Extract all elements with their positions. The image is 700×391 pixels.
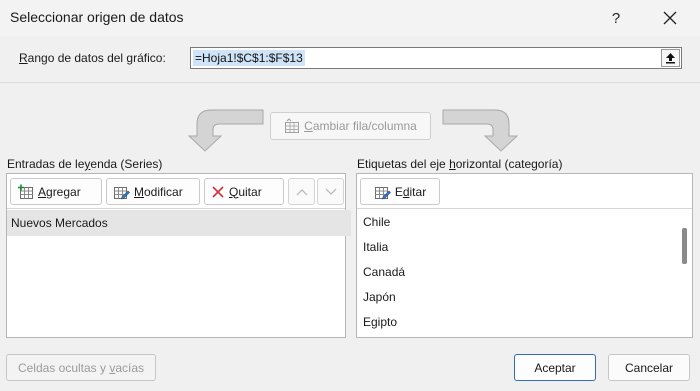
edit-axis-label: Editar <box>394 184 427 199</box>
edit-series-icon <box>114 186 130 199</box>
axis-labels-panel: Editar Chile Italia Canadá Japón Egipto <box>356 173 693 338</box>
hidden-empty-cells-button[interactable]: Celdas ocultas y vacías <box>6 354 156 381</box>
chevron-up-icon <box>296 188 307 195</box>
range-label: Rango de datos del gráfico: <box>19 51 166 65</box>
remove-series-label: Quitar <box>229 184 262 199</box>
help-button[interactable]: ? <box>598 4 634 32</box>
category-item[interactable]: Canadá <box>357 260 678 285</box>
remove-series-button[interactable]: Quitar <box>204 178 284 205</box>
title-bar: Seleccionar origen de datos ? <box>0 0 700 36</box>
move-down-button[interactable] <box>317 178 344 205</box>
category-item[interactable]: Egipto <box>357 310 678 335</box>
hidden-empty-cells-label: Celdas ocultas y vacías <box>17 360 145 375</box>
range-input[interactable]: =Hoja1!$C$1:$F$13 <box>190 47 682 69</box>
move-up-button[interactable] <box>288 178 315 205</box>
category-item[interactable]: Italia <box>357 235 678 260</box>
divider <box>0 82 700 83</box>
legend-toolbar: Agregar Modificar Quitar <box>7 174 345 209</box>
right-curved-arrow-icon <box>442 109 519 152</box>
switch-row-column-button[interactable]: Cambiar fila/columna <box>270 112 431 140</box>
collapse-dialog-button[interactable] <box>661 49 680 67</box>
series-list-item[interactable]: Nuevos Mercados <box>7 210 351 236</box>
scrollbar-thumb[interactable] <box>682 228 687 264</box>
edit-axis-button[interactable]: Editar <box>360 178 440 205</box>
add-series-button[interactable]: Agregar <box>10 178 102 205</box>
legend-entries-label: Entradas de leyenda (Series) <box>7 157 163 171</box>
add-series-icon <box>18 184 33 199</box>
category-scrollbar[interactable] <box>678 210 692 337</box>
switch-row-column-label: Cambiar fila/columna <box>304 119 417 133</box>
axis-toolbar: Editar <box>357 174 692 209</box>
cancel-button[interactable]: Cancelar <box>608 354 690 381</box>
category-item[interactable]: Chile <box>357 210 678 235</box>
edit-axis-icon <box>374 186 391 199</box>
close-icon <box>663 11 677 25</box>
edit-series-label: Modificar <box>134 184 183 199</box>
collapse-arrow-icon <box>666 53 675 64</box>
help-icon: ? <box>611 9 621 27</box>
close-button[interactable] <box>652 4 688 32</box>
add-series-label: Agregar <box>38 184 81 199</box>
legend-entries-panel: Agregar Modificar Quitar Nuevos Mercados <box>6 173 351 338</box>
category-item[interactable]: Japón <box>357 285 678 310</box>
range-value: =Hoja1!$C$1:$F$13 <box>193 50 305 66</box>
ok-button[interactable]: Aceptar <box>514 354 596 381</box>
axis-labels-label: Etiquetas del eje horizontal (categoría) <box>357 157 563 171</box>
switch-row-column-icon <box>285 118 300 133</box>
chevron-down-icon <box>325 188 336 195</box>
dialog-title: Seleccionar origen de datos <box>10 9 184 25</box>
edit-series-button[interactable]: Modificar <box>106 178 200 205</box>
remove-series-icon <box>212 185 224 198</box>
left-curved-arrow-icon <box>187 109 264 152</box>
category-list: Chile Italia Canadá Japón Egipto <box>357 210 678 335</box>
